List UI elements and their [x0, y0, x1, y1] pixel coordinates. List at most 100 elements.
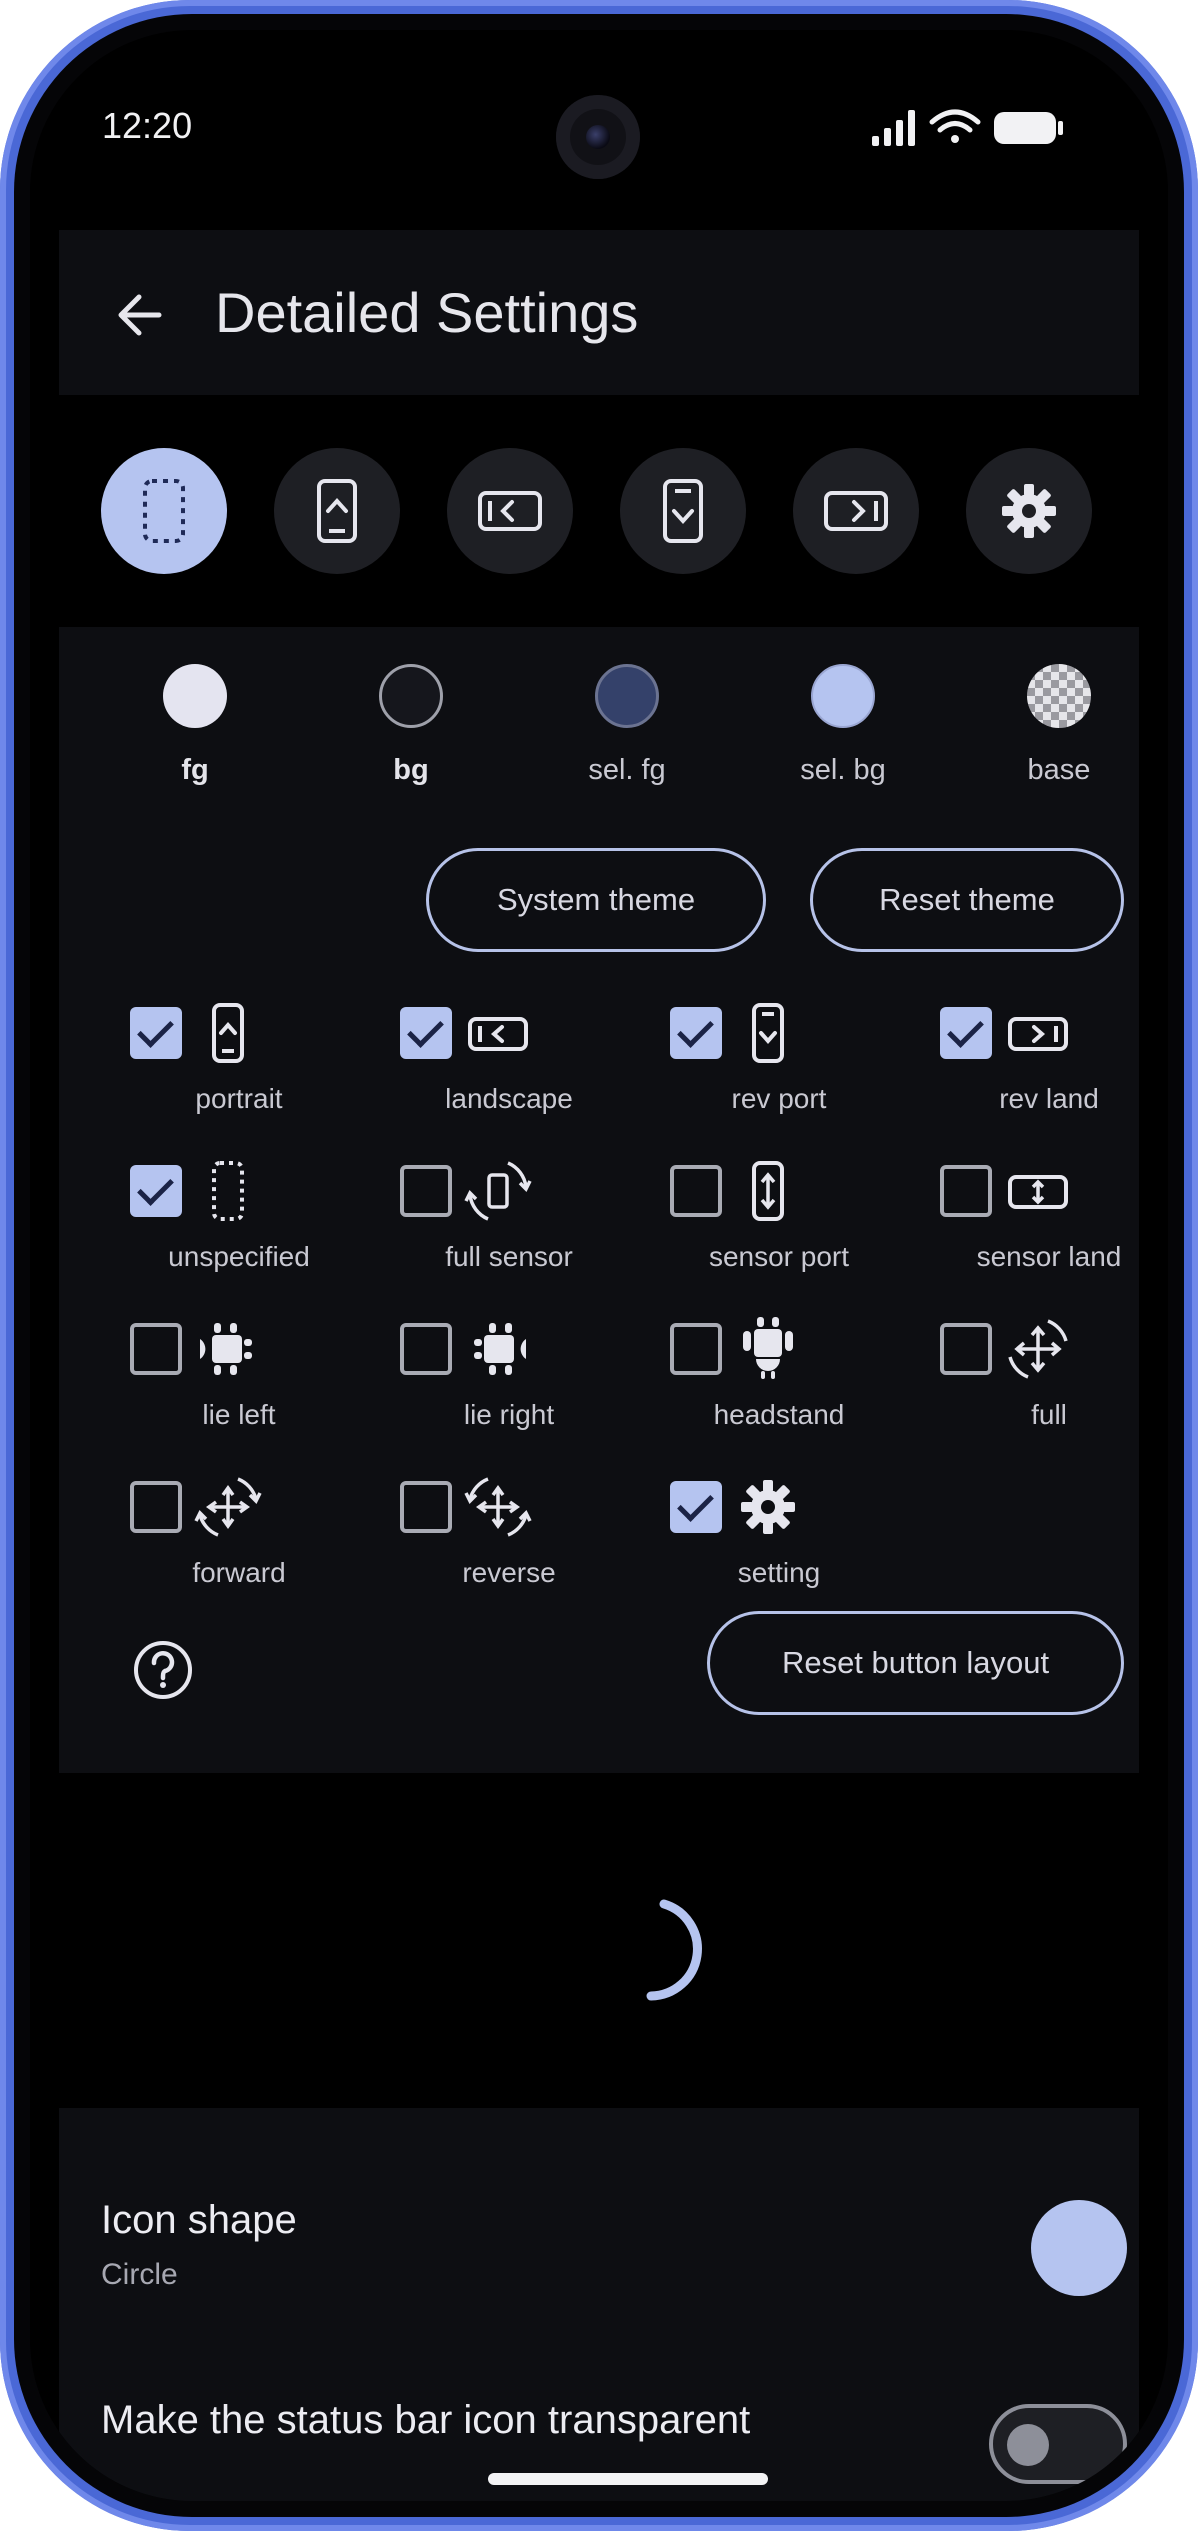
- swatch-fg[interactable]: [163, 664, 227, 728]
- checkbox[interactable]: [670, 1323, 722, 1375]
- mode-button-landscape[interactable]: [447, 448, 573, 574]
- rotate-phone-icon: [464, 1161, 532, 1221]
- sensor-landscape-icon: [1008, 1175, 1068, 1209]
- option-sensor-port[interactable]: sensor port: [644, 1161, 914, 1305]
- system-theme-button[interactable]: System theme: [426, 848, 766, 952]
- transparent-status-icon-label: Make the status bar icon transparent: [101, 2398, 751, 2442]
- phone-landscape-icon: [468, 1017, 528, 1051]
- option-lie-right[interactable]: lie right: [374, 1323, 644, 1463]
- phone-portrait-icon: [317, 479, 357, 543]
- swatch-bg[interactable]: [379, 664, 443, 728]
- page-title: Detailed Settings: [215, 281, 639, 344]
- checkbox[interactable]: [400, 1323, 452, 1375]
- option-rev-port[interactable]: rev port: [644, 1003, 914, 1147]
- option-forward[interactable]: forward: [104, 1477, 374, 1621]
- status-time: 12:20: [102, 105, 193, 146]
- rotate-arrows-icon: [1008, 1319, 1068, 1379]
- mode-button-portrait[interactable]: [274, 448, 400, 574]
- option-label: full: [1031, 1399, 1067, 1430]
- option-setting[interactable]: setting: [644, 1480, 914, 1621]
- swatch-base[interactable]: [1027, 664, 1091, 728]
- option-label: forward: [192, 1557, 286, 1588]
- checkbox[interactable]: [130, 1481, 182, 1533]
- checkbox[interactable]: [670, 1165, 722, 1217]
- option-unspecified[interactable]: unspecified: [104, 1161, 374, 1305]
- option-reverse[interactable]: reverse: [374, 1477, 644, 1621]
- option-label: headstand: [713, 1399, 845, 1430]
- dotted-phone-icon: [212, 1161, 244, 1221]
- option-full-sensor[interactable]: full sensor: [374, 1161, 644, 1305]
- checkbox[interactable]: [400, 1007, 452, 1059]
- rotate-reverse-icon: [464, 1477, 532, 1537]
- checkbox[interactable]: [130, 1323, 182, 1375]
- option-lie-left[interactable]: lie left: [104, 1323, 374, 1463]
- option-sensor-land[interactable]: sensor land: [914, 1165, 1168, 1305]
- icon-shape-preview[interactable]: [1031, 2200, 1127, 2296]
- option-rev-land[interactable]: rev land: [914, 1007, 1168, 1147]
- checkbox[interactable]: [130, 1007, 182, 1059]
- mode-button-unspecified[interactable]: [101, 448, 227, 574]
- mode-button-setting[interactable]: [966, 448, 1092, 574]
- help-icon[interactable]: [132, 1639, 194, 1701]
- app-bar: Detailed Settings: [59, 230, 1139, 395]
- option-full[interactable]: full: [914, 1319, 1168, 1463]
- screen: 12:20 Detailed Settings fg bg sel. fg se…: [30, 30, 1168, 2501]
- option-headstand[interactable]: headstand: [644, 1317, 914, 1463]
- home-indicator[interactable]: [488, 2473, 768, 2485]
- battery-icon: [994, 112, 1063, 144]
- swatch-label-sel-fg: sel. fg: [588, 754, 666, 786]
- icon-shape-title[interactable]: Icon shape: [101, 2198, 297, 2243]
- option-label: lie right: [463, 1399, 555, 1430]
- gear-icon: [1002, 484, 1056, 538]
- checkbox[interactable]: [400, 1481, 452, 1533]
- orientation-mode-bar: [59, 412, 1139, 612]
- signal-icon: [872, 110, 915, 146]
- option-label: unspecified: [168, 1241, 310, 1272]
- option-label: landscape: [445, 1083, 573, 1114]
- swatch-sel-bg[interactable]: [811, 664, 875, 728]
- checkbox[interactable]: [670, 1007, 722, 1059]
- wifi-icon: [929, 109, 981, 143]
- robot-left-icon: [200, 1323, 252, 1375]
- checkbox[interactable]: [940, 1007, 992, 1059]
- back-arrow-icon[interactable]: [111, 285, 171, 345]
- rotate-forward-icon: [194, 1477, 262, 1537]
- option-label: portrait: [195, 1083, 283, 1114]
- phone-reverse-portrait-icon: [752, 1003, 784, 1063]
- swatch-label-fg: fg: [181, 754, 209, 786]
- transparent-status-icon-toggle[interactable]: [989, 2404, 1127, 2484]
- gear-icon: [741, 1480, 795, 1534]
- mode-button-rev-port[interactable]: [620, 448, 746, 574]
- option-portrait[interactable]: portrait: [104, 1003, 374, 1147]
- swatch-label-base: base: [1027, 754, 1091, 786]
- option-landscape[interactable]: landscape: [374, 1007, 644, 1147]
- option-label: sensor land: [976, 1241, 1122, 1272]
- phone-reverse-landscape-icon: [824, 491, 888, 531]
- robot-right-icon: [474, 1323, 526, 1375]
- option-label: lie left: [202, 1399, 276, 1430]
- robot-upside-icon: [743, 1317, 793, 1379]
- swatch-sel-fg[interactable]: [595, 664, 659, 728]
- option-label: sensor port: [708, 1241, 850, 1272]
- reset-layout-button[interactable]: Reset button layout: [707, 1611, 1124, 1715]
- phone-landscape-icon: [478, 491, 542, 531]
- checkbox[interactable]: [940, 1165, 992, 1217]
- option-label: rev port: [731, 1083, 827, 1114]
- preferences-list: Icon shape Circle Make the status bar ic…: [59, 2108, 1139, 2501]
- option-label: reverse: [462, 1557, 556, 1588]
- loading-spinner: [646, 1899, 702, 2001]
- settings-panel: fg bg sel. fg sel. bg base System theme …: [59, 627, 1139, 1773]
- front-camera: [556, 95, 640, 179]
- option-label: full sensor: [445, 1241, 573, 1272]
- mode-button-rev-land[interactable]: [793, 448, 919, 574]
- sensor-portrait-icon: [752, 1161, 784, 1221]
- dotted-phone-icon: [143, 479, 185, 543]
- checkbox[interactable]: [400, 1165, 452, 1217]
- checkbox[interactable]: [940, 1323, 992, 1375]
- swatch-label-bg: bg: [393, 754, 429, 786]
- reset-theme-button[interactable]: Reset theme: [810, 848, 1124, 952]
- checkbox[interactable]: [130, 1165, 182, 1217]
- checkbox[interactable]: [670, 1481, 722, 1533]
- icon-shape-value: Circle: [101, 2258, 178, 2291]
- option-label: rev land: [999, 1083, 1099, 1114]
